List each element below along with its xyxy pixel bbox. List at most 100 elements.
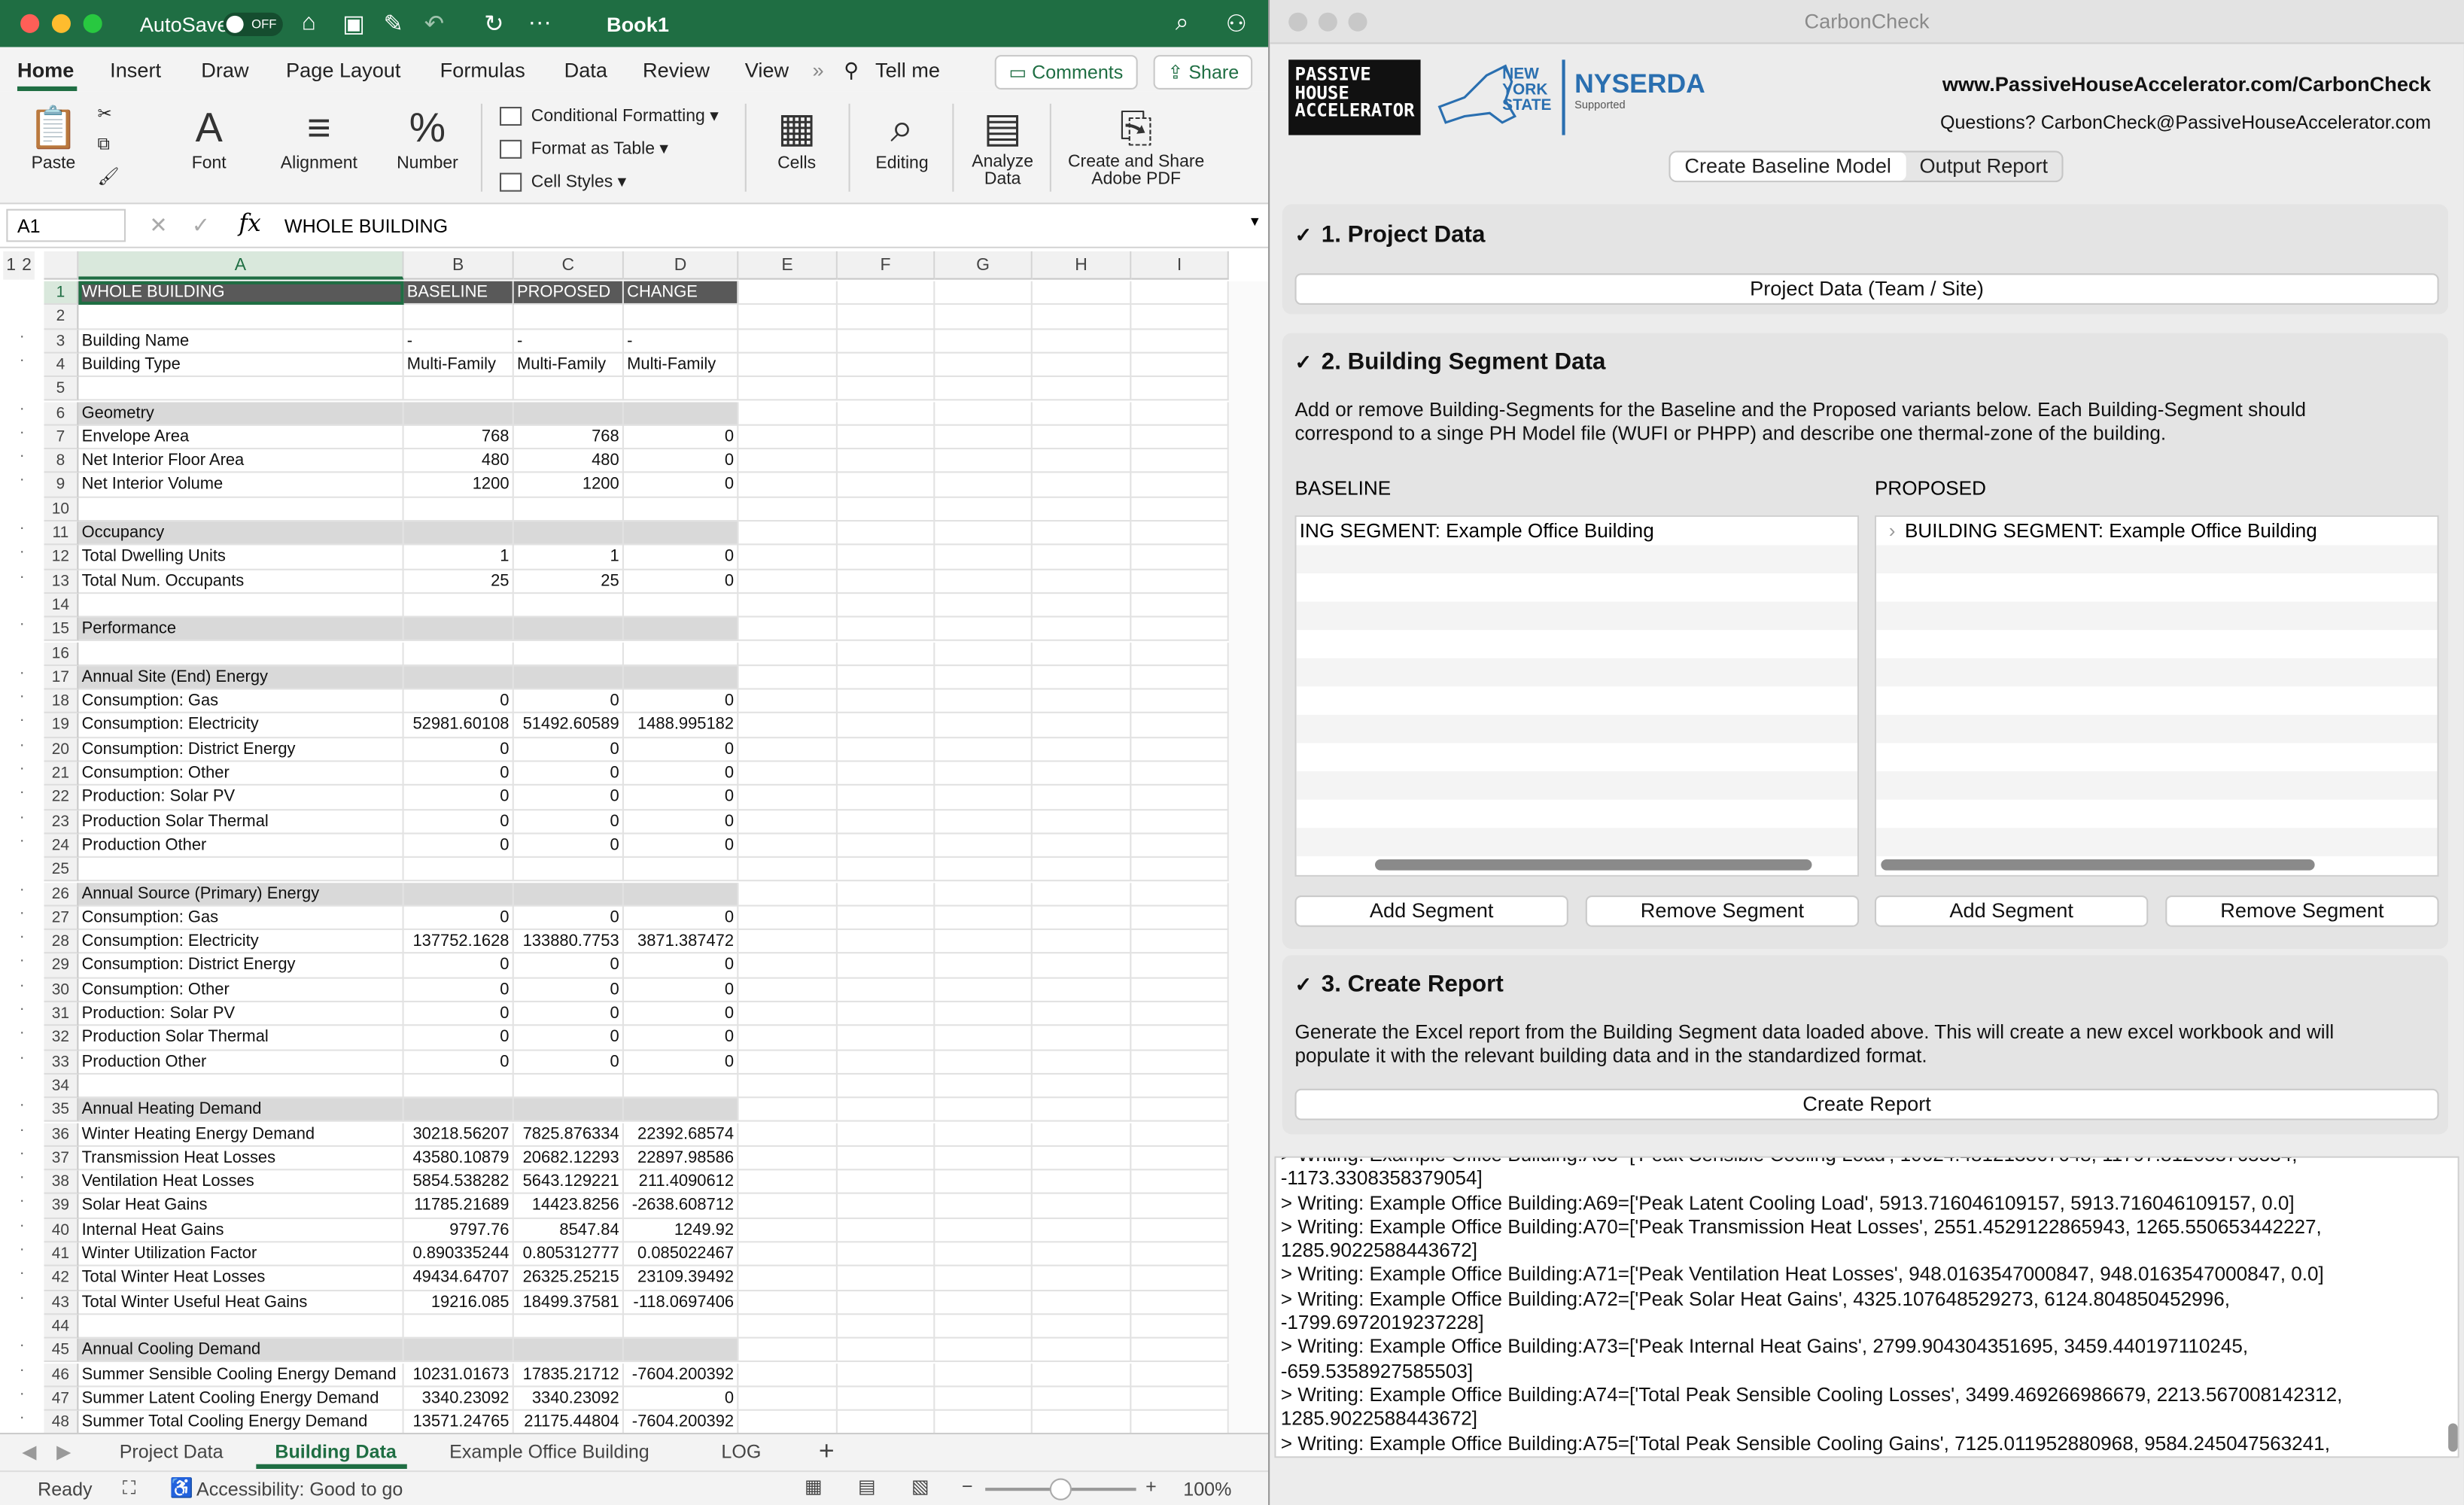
- cell[interactable]: [1131, 1026, 1229, 1050]
- cell[interactable]: [403, 1339, 514, 1364]
- proposed-horizontal-scrollbar[interactable]: [1881, 859, 2315, 871]
- cell[interactable]: [1032, 1050, 1132, 1075]
- cell[interactable]: [513, 617, 624, 642]
- cell[interactable]: [837, 810, 935, 835]
- cell[interactable]: [1131, 1002, 1229, 1026]
- cell[interactable]: 480: [403, 449, 514, 474]
- cell[interactable]: 22392.68574: [623, 1122, 739, 1147]
- cell[interactable]: 0: [513, 1050, 624, 1075]
- sheet-tab-example-office-building[interactable]: Example Office Building: [449, 1440, 649, 1462]
- cell[interactable]: [738, 1194, 838, 1219]
- cell[interactable]: Multi-Family: [623, 353, 739, 378]
- redo-icon[interactable]: ↻: [484, 10, 503, 38]
- cell[interactable]: [837, 786, 935, 810]
- cell[interactable]: [837, 1194, 935, 1219]
- macro-icon[interactable]: ⛶: [123, 1476, 136, 1500]
- cell[interactable]: 480: [513, 449, 624, 474]
- cell[interactable]: [935, 1026, 1033, 1050]
- cell[interactable]: [738, 737, 838, 762]
- cut-icon[interactable]: ✂: [97, 104, 111, 124]
- cell[interactable]: 1200: [403, 473, 514, 498]
- cell[interactable]: [623, 641, 739, 666]
- cell[interactable]: [1131, 906, 1229, 931]
- cell[interactable]: [935, 1050, 1033, 1075]
- cell[interactable]: [1032, 810, 1132, 835]
- cell[interactable]: 14423.8256: [513, 1194, 624, 1219]
- row-header[interactable]: 45: [44, 1339, 79, 1364]
- cell[interactable]: Building Type: [78, 353, 404, 378]
- cell[interactable]: -: [403, 329, 514, 354]
- name-box[interactable]: A1: [6, 208, 126, 242]
- row-header[interactable]: 27: [44, 906, 79, 931]
- cell[interactable]: [837, 1291, 935, 1315]
- cell[interactable]: [1131, 1387, 1229, 1411]
- cell[interactable]: [1032, 1315, 1132, 1339]
- column-header-c[interactable]: C: [513, 251, 624, 280]
- cell[interactable]: [738, 834, 838, 859]
- accessibility-icon[interactable]: ♿: [170, 1476, 193, 1498]
- cell[interactable]: [403, 401, 514, 426]
- cell[interactable]: [403, 617, 514, 642]
- font-button[interactable]: A Font: [170, 101, 248, 173]
- formula-input[interactable]: WHOLE BUILDING: [284, 215, 448, 237]
- more-tabs-icon[interactable]: »: [812, 58, 823, 81]
- cell[interactable]: [1131, 401, 1229, 426]
- cell[interactable]: PROPOSED: [513, 281, 624, 306]
- cell[interactable]: WHOLE BUILDING: [78, 281, 404, 306]
- outline-level-1[interactable]: 1: [3, 251, 20, 280]
- cell[interactable]: 0: [623, 786, 739, 810]
- column-header-g[interactable]: G: [935, 251, 1033, 280]
- cell[interactable]: 0: [623, 1050, 739, 1075]
- cell[interactable]: [1131, 473, 1229, 498]
- cell[interactable]: [1032, 762, 1132, 786]
- cell[interactable]: [738, 546, 838, 570]
- cell[interactable]: 0: [623, 425, 739, 450]
- row-header[interactable]: 33: [44, 1050, 79, 1075]
- zoom-in-icon[interactable]: +: [1145, 1475, 1157, 1497]
- cell[interactable]: [837, 1170, 935, 1195]
- cell[interactable]: 21175.44804: [514, 1410, 624, 1433]
- cell[interactable]: 0: [513, 1002, 624, 1026]
- cell[interactable]: [935, 1387, 1033, 1411]
- cell[interactable]: [78, 305, 404, 330]
- cell[interactable]: [738, 1242, 838, 1267]
- cell[interactable]: [738, 1266, 838, 1291]
- cell[interactable]: [837, 1074, 935, 1099]
- cell[interactable]: [1032, 1387, 1132, 1411]
- cell[interactable]: [1032, 401, 1132, 426]
- cell[interactable]: [935, 521, 1033, 546]
- cell[interactable]: [837, 497, 935, 522]
- cell[interactable]: [1032, 1194, 1132, 1219]
- cell[interactable]: 3871.387472: [623, 930, 739, 955]
- cell[interactable]: [738, 425, 838, 450]
- cell[interactable]: Production: Solar PV: [78, 786, 404, 810]
- cell[interactable]: 22897.98586: [623, 1146, 739, 1171]
- cell[interactable]: [738, 713, 838, 738]
- cell[interactable]: [935, 930, 1033, 955]
- cell[interactable]: [1131, 425, 1229, 450]
- row-header[interactable]: 15: [44, 617, 79, 642]
- cell[interactable]: [738, 1026, 838, 1050]
- cell[interactable]: 0: [513, 954, 624, 978]
- cell[interactable]: [1032, 377, 1132, 402]
- vertical-scrollbar[interactable]: [1228, 281, 1269, 1433]
- zoom-window-button[interactable]: [83, 14, 102, 33]
- cell[interactable]: [935, 1315, 1033, 1339]
- cell[interactable]: [935, 305, 1033, 330]
- cell[interactable]: [738, 810, 838, 835]
- cell[interactable]: [1131, 1218, 1229, 1243]
- row-header[interactable]: 8: [44, 449, 79, 474]
- row-header[interactable]: 5: [44, 377, 79, 402]
- cell[interactable]: Annual Cooling Demand: [78, 1339, 404, 1364]
- cell[interactable]: [837, 377, 935, 402]
- cell[interactable]: [1032, 930, 1132, 955]
- cell[interactable]: [935, 834, 1033, 859]
- cell[interactable]: [738, 305, 838, 330]
- cell[interactable]: [1131, 521, 1229, 546]
- copy-icon[interactable]: ⧉: [97, 135, 109, 156]
- editing-button[interactable]: ⌕ Editing: [864, 101, 939, 173]
- cell[interactable]: 25: [513, 569, 624, 594]
- cell[interactable]: [738, 1098, 838, 1123]
- cell[interactable]: 0.805312777: [513, 1242, 624, 1267]
- row-header[interactable]: 28: [44, 930, 79, 955]
